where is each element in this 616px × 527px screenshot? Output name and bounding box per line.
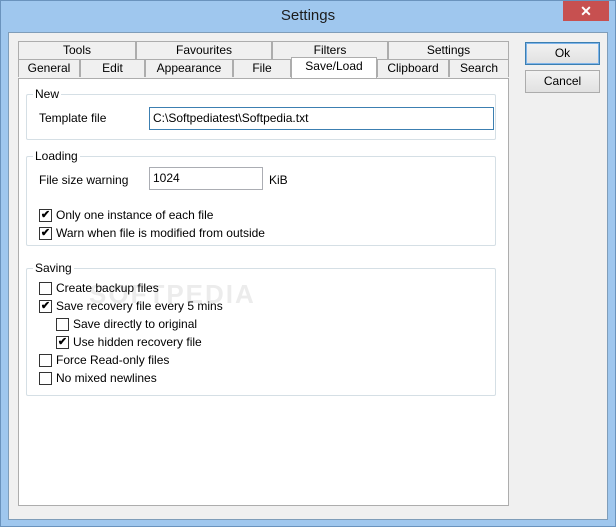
tab-settings[interactable]: Settings xyxy=(388,41,509,59)
loading-group: Loading File size warning 1024 KiB ✔ Onl… xyxy=(26,149,496,246)
window-title: Settings xyxy=(280,7,336,24)
new-group: New Template file C:\Softpediatest\Softp… xyxy=(26,87,496,140)
title-bar[interactable]: Settings ✕ xyxy=(1,1,615,33)
checkmark-icon: ✔ xyxy=(40,227,51,239)
check-label: Only one instance of each file xyxy=(56,208,214,222)
checkmark-icon: ✔ xyxy=(40,209,51,221)
checkbox-box[interactable] xyxy=(56,318,69,331)
checkmark-icon: ✔ xyxy=(40,300,51,312)
loading-group-title: Loading xyxy=(33,149,80,163)
close-icon: ✕ xyxy=(580,3,592,19)
file-size-unit: KiB xyxy=(269,173,288,187)
ok-button[interactable]: Ok xyxy=(525,42,600,65)
dialog-client-area: Tools Favourites Filters Settings Genera… xyxy=(8,32,608,520)
save-load-panel: SOFTPEDIA New Template file C:\Softpedia… xyxy=(18,78,509,506)
check-label: Save recovery file every 5 mins xyxy=(56,299,223,313)
tab-save-load[interactable]: Save/Load xyxy=(291,57,377,78)
tab-favourites[interactable]: Favourites xyxy=(136,41,272,59)
settings-window: Settings ✕ Tools Favourites Filters Sett… xyxy=(0,0,616,527)
tab-search[interactable]: Search xyxy=(449,59,509,77)
tab-edit[interactable]: Edit xyxy=(80,59,145,77)
tab-general[interactable]: General xyxy=(18,59,80,77)
saving-group-title: Saving xyxy=(33,261,74,275)
tab-file[interactable]: File xyxy=(233,59,291,77)
checkbox-box[interactable] xyxy=(39,372,52,385)
checkbox-box[interactable] xyxy=(39,354,52,367)
check-label: Create backup files xyxy=(56,281,159,295)
checkbox-box[interactable]: ✔ xyxy=(56,336,69,349)
new-group-title: New xyxy=(33,87,62,101)
check-label: Save directly to original xyxy=(73,317,198,331)
check-label: Warn when file is modified from outside xyxy=(56,226,265,240)
checkbox-box[interactable] xyxy=(39,282,52,295)
file-size-warning-input[interactable]: 1024 xyxy=(149,167,263,190)
file-size-warning-label: File size warning xyxy=(39,173,129,187)
check-label: No mixed newlines xyxy=(56,371,157,385)
saving-group: Saving Create backup files ✔ Save recove… xyxy=(26,261,496,396)
tab-tools[interactable]: Tools xyxy=(18,41,136,59)
checkmark-icon: ✔ xyxy=(57,336,68,348)
checkbox-box[interactable]: ✔ xyxy=(39,227,52,240)
template-file-input[interactable]: C:\Softpediatest\Softpedia.txt xyxy=(149,107,494,130)
tab-clipboard[interactable]: Clipboard xyxy=(377,59,449,77)
tab-appearance[interactable]: Appearance xyxy=(145,59,233,77)
template-file-label: Template file xyxy=(39,111,107,125)
checkbox-box[interactable]: ✔ xyxy=(39,209,52,222)
checkbox-box[interactable]: ✔ xyxy=(39,300,52,313)
close-button[interactable]: ✕ xyxy=(563,1,609,21)
check-label: Use hidden recovery file xyxy=(73,335,202,349)
check-label: Force Read-only files xyxy=(56,353,170,367)
cancel-button[interactable]: Cancel xyxy=(525,70,600,93)
